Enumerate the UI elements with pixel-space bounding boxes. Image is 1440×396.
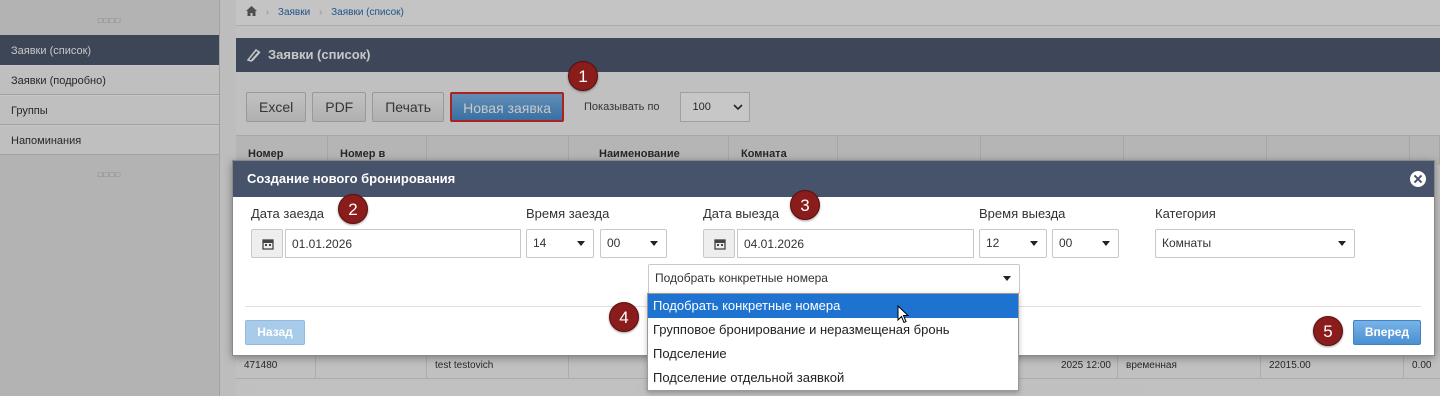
category-select[interactable]: Комнаты	[1155, 229, 1355, 258]
step-badge-3: 3	[790, 190, 820, 220]
checkin-minute-value: 00	[607, 236, 621, 250]
chevron-down-icon	[577, 241, 585, 246]
category-label: Категория	[1155, 206, 1216, 221]
chevron-down-icon	[1102, 241, 1110, 246]
checkout-hour-value: 12	[986, 236, 1000, 250]
modal-title: Создание нового бронирования	[247, 171, 456, 186]
back-button[interactable]: Назад	[245, 320, 305, 345]
checkout-minute-select[interactable]: 00	[1052, 229, 1119, 258]
checkin-calendar-button[interactable]	[251, 229, 283, 258]
checkout-minute-value: 00	[1059, 236, 1073, 250]
modal-header: Создание нового бронирования	[233, 161, 1434, 197]
checkout-date-input[interactable]	[737, 229, 974, 258]
calendar-icon	[262, 239, 274, 250]
option-sharing[interactable]: Подселение	[648, 342, 1018, 366]
checkin-hour-value: 14	[533, 236, 547, 250]
checkout-calendar-button[interactable]	[703, 229, 735, 258]
mouse-cursor-icon	[897, 305, 910, 324]
checkin-date-input[interactable]	[285, 229, 521, 258]
booking-mode-value: Подобрать конкретные номера	[655, 271, 828, 285]
option-sharing-separate[interactable]: Подселение отдельной заявкой	[648, 366, 1018, 390]
step-badge-4: 4	[609, 302, 639, 332]
calendar-icon	[714, 239, 726, 250]
checkin-minute-select[interactable]: 00	[600, 229, 667, 258]
close-icon[interactable]	[1410, 171, 1426, 187]
checkin-date-label: Дата заезда	[251, 206, 325, 221]
chevron-down-icon	[1030, 241, 1038, 246]
step-badge-5: 5	[1313, 316, 1343, 346]
category-value: Комнаты	[1162, 236, 1212, 250]
chevron-down-icon	[1003, 276, 1011, 281]
checkout-time-label: Время выезда	[979, 206, 1066, 221]
checkin-time-label: Время заезда	[526, 206, 610, 221]
booking-mode-select[interactable]: Подобрать конкретные номера	[648, 264, 1020, 294]
checkin-hour-select[interactable]: 14	[526, 229, 594, 258]
chevron-down-icon	[650, 241, 658, 246]
step-badge-1: 1	[568, 61, 598, 91]
option-group-booking[interactable]: Групповое бронирование и неразмещеная бр…	[648, 318, 1018, 342]
chevron-down-icon	[1338, 241, 1346, 246]
step-badge-2: 2	[338, 194, 368, 224]
checkout-date-label: Дата выезда	[703, 206, 780, 221]
option-specific-rooms[interactable]: Подобрать конкретные номера	[648, 294, 1018, 318]
next-button[interactable]: Вперед	[1353, 320, 1421, 345]
booking-mode-options: Подобрать конкретные номера Групповое бр…	[647, 293, 1019, 391]
checkout-hour-select[interactable]: 12	[979, 229, 1047, 258]
